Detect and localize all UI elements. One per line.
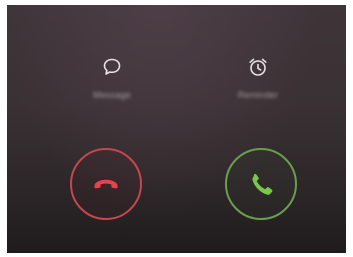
phone-answer-icon bbox=[252, 173, 273, 195]
answer-call-button[interactable] bbox=[225, 148, 297, 220]
message-shortcut[interactable]: Message bbox=[67, 55, 157, 100]
incoming-call-screen: Message Reminder bbox=[7, 5, 346, 253]
message-label: Message bbox=[93, 90, 131, 100]
decline-call-button[interactable] bbox=[70, 148, 142, 220]
phone-hang-up-icon bbox=[94, 179, 118, 189]
alarm-clock-icon bbox=[246, 55, 270, 79]
reminder-shortcut[interactable]: Reminder bbox=[213, 55, 303, 100]
message-bubble-icon bbox=[100, 55, 124, 79]
reminder-label: Reminder bbox=[237, 90, 279, 100]
